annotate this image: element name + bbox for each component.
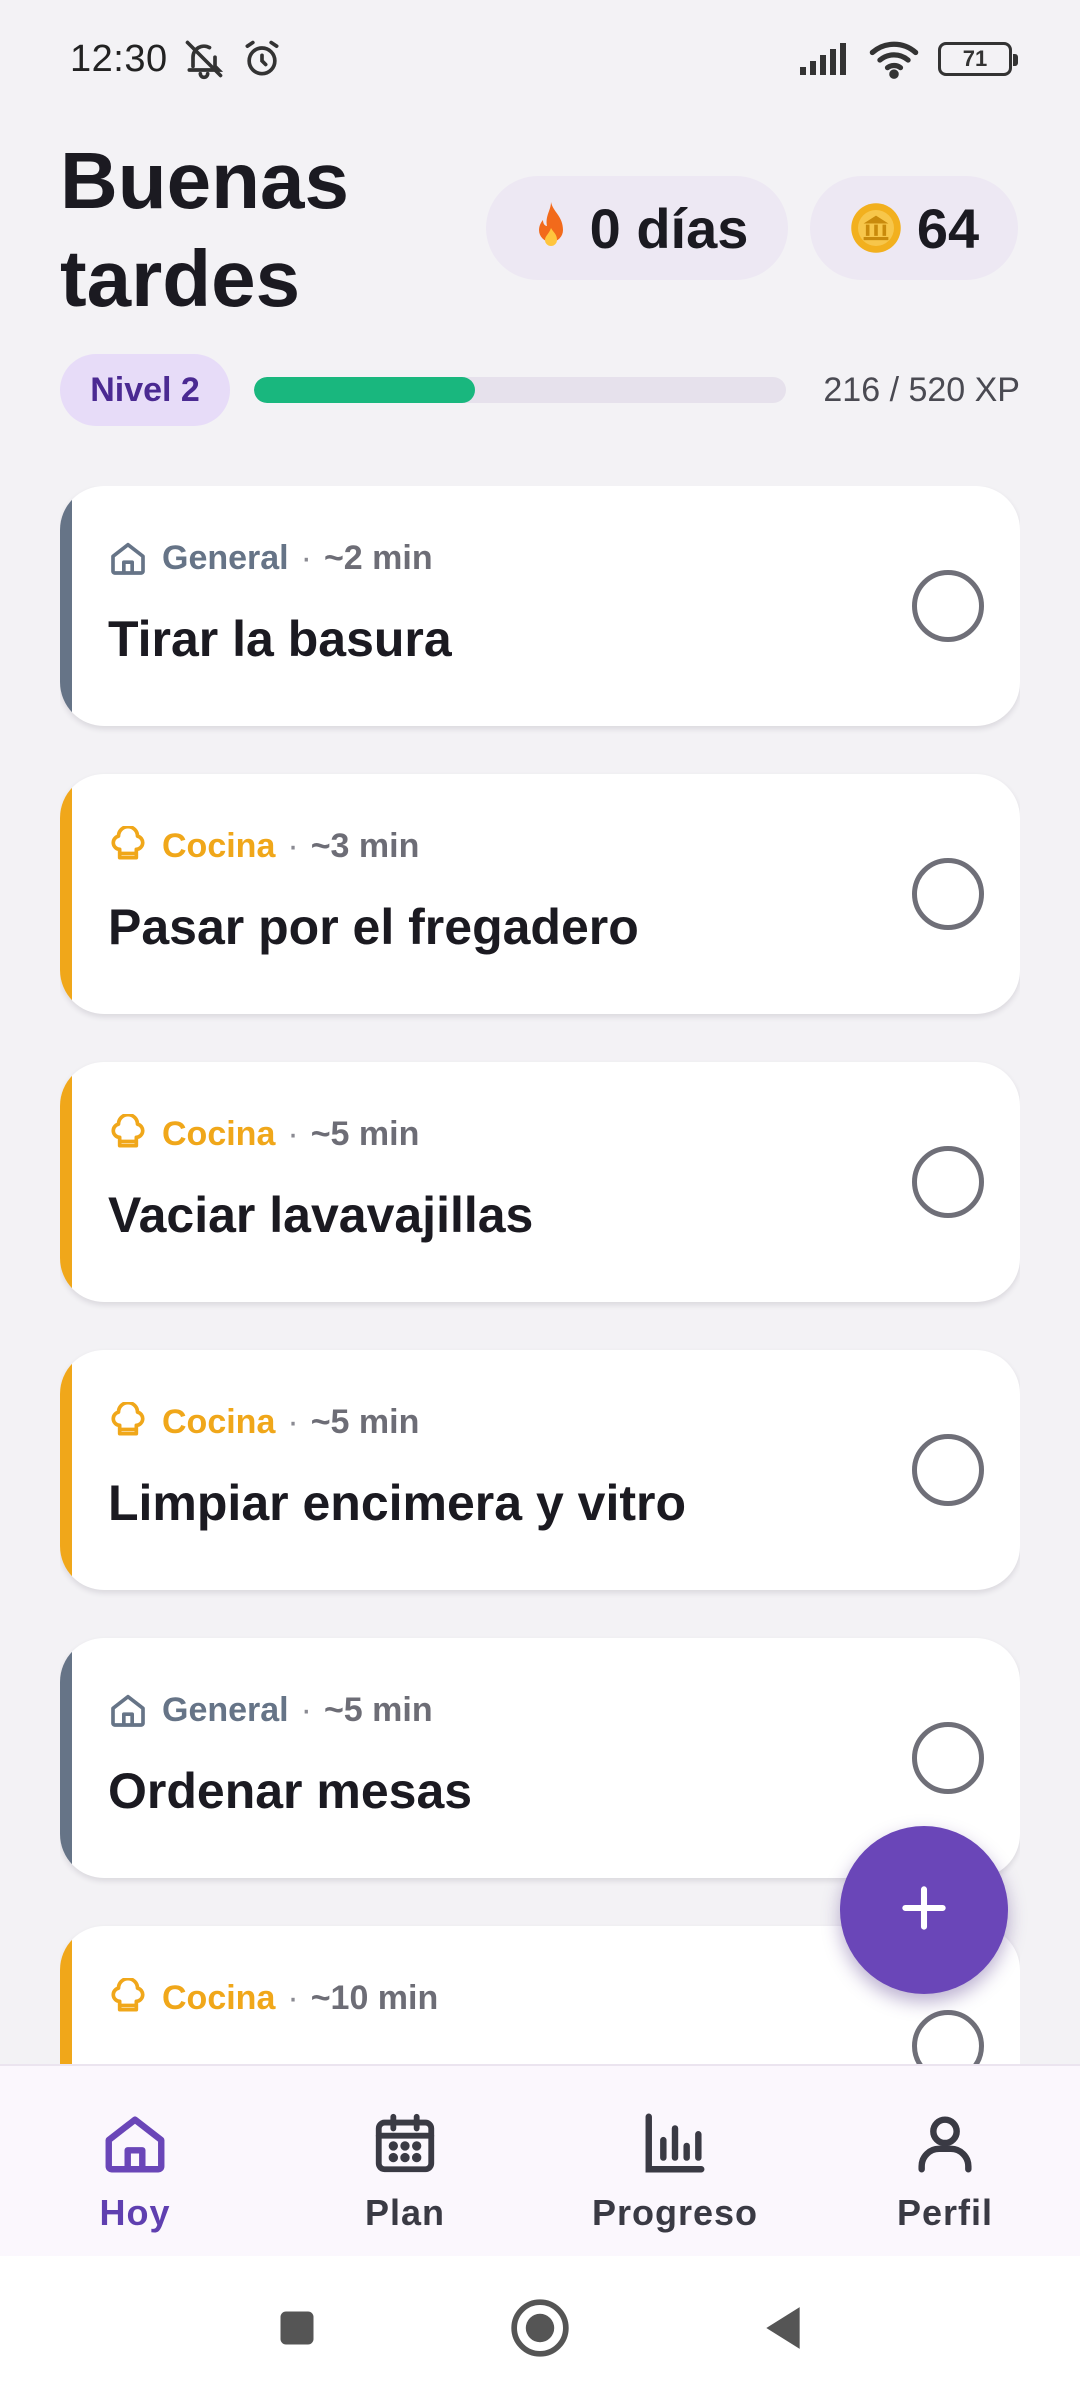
wifi-icon [868,39,920,79]
coin-icon [849,201,903,255]
task-meta: Cocina · ~10 min [108,1978,438,2018]
alarm-icon [240,37,284,81]
task-category-accent [60,774,72,1014]
nav-item-plan[interactable]: Plan [270,2066,540,2256]
plus-icon [896,1880,952,1941]
recents-button[interactable] [275,2306,319,2350]
task-complete-checkbox[interactable] [912,1434,984,1506]
status-bar: 12:30 71 [0,0,1080,118]
level-row: Nivel 2 216 / 520 XP [60,354,1020,426]
task-meta: Cocina · ~5 min [108,1402,419,1442]
home-icon [100,2108,170,2178]
task-category: Cocina [162,826,276,865]
status-time: 12:30 [70,37,168,80]
nav-item-perfil[interactable]: Perfil [810,2066,1080,2256]
task-duration: ~5 min [310,1402,420,1441]
task-complete-checkbox[interactable] [912,570,984,642]
home-icon [108,538,148,578]
task-title: Vaciar lavavajillas [108,1187,534,1243]
nav-item-progreso[interactable]: Progreso [540,2066,810,2256]
task-complete-checkbox[interactable] [912,2010,984,2064]
task-duration: ~10 min [310,1978,439,2017]
calendar-icon [370,2108,440,2178]
xp-text: 216 / 520 XP [823,370,1020,409]
level-badge: Nivel 2 [60,354,230,426]
streak-chip[interactable]: 0 días [486,176,788,280]
back-button[interactable] [761,2303,805,2353]
task-card[interactable]: General · ~2 min Tirar la basura [60,486,1020,726]
task-category-accent [60,1638,72,1878]
chef-hat-icon [108,1978,148,2018]
xp-progress-fill [254,377,475,403]
add-task-button[interactable] [840,1826,1008,1994]
meta-separator: · [287,1114,299,1153]
task-category: Cocina [162,1978,276,2017]
streak-value: 0 días [589,196,749,260]
task-title: Pasar por el fregadero [108,899,639,955]
status-left: 12:30 [70,37,284,81]
task-category: General [162,1690,289,1729]
xp-progress-bar [254,377,786,403]
task-title: Limpiar encimera y vitro [108,1475,687,1531]
nav-label: Plan [364,2192,446,2233]
coins-chip[interactable]: 64 [810,176,1018,280]
chef-hat-icon [108,1114,148,1154]
signal-icon [798,41,850,77]
task-duration: ~5 min [310,1114,420,1153]
chef-hat-icon [108,826,148,866]
task-list[interactable]: General · ~2 min Tirar la basura Cocina … [60,486,1020,2064]
bottom-navigation: Hoy Plan Progreso Perfil [0,2064,1080,2256]
meta-separator: · [287,1402,299,1441]
nav-label: Progreso [591,2192,759,2233]
task-category-accent [60,1926,72,2064]
task-card[interactable]: Cocina · ~5 min Limpiar encimera y vitro [60,1350,1020,1590]
task-complete-checkbox[interactable] [912,1146,984,1218]
nav-label: Hoy [99,2192,171,2233]
task-meta: Cocina · ~5 min [108,1114,419,1154]
task-meta: Cocina · ~3 min [108,826,419,866]
meta-separator: · [287,826,299,865]
meta-separator: · [300,1690,312,1729]
task-title: Ordenar mesas [108,1763,473,1819]
task-complete-checkbox[interactable] [912,858,984,930]
task-complete-checkbox[interactable] [912,1722,984,1794]
home-icon [108,1690,148,1730]
task-category: Cocina [162,1402,276,1441]
fire-icon [526,200,576,256]
status-right: 71 [798,39,1018,79]
task-card[interactable]: Cocina · ~5 min Vaciar lavavajillas [60,1062,1020,1302]
person-icon [910,2108,980,2178]
bar-chart-icon [640,2108,710,2178]
nav-label: Perfil [896,2192,994,2233]
task-title: Tirar la basura [108,611,452,667]
system-navigation [0,2256,1080,2400]
task-card[interactable]: Cocina · ~3 min Pasar por el fregadero [60,774,1020,1014]
task-category: General [162,538,289,577]
task-meta: General · ~2 min [108,538,433,578]
task-duration: ~5 min [323,1690,433,1729]
task-category: Cocina [162,1114,276,1153]
greeting-title: Buenas tardes [60,136,349,323]
task-duration: ~3 min [310,826,420,865]
task-category-accent [60,1350,72,1590]
task-meta: General · ~5 min [108,1690,433,1730]
task-category-accent [60,486,72,726]
chef-hat-icon [108,1402,148,1442]
meta-separator: · [287,1978,299,2017]
home-system-button[interactable] [509,2297,571,2359]
nav-item-hoy[interactable]: Hoy [0,2066,270,2256]
task-duration: ~2 min [323,538,433,577]
coins-value: 64 [916,196,980,260]
bell-off-icon [182,37,226,81]
meta-separator: · [300,538,312,577]
task-category-accent [60,1062,72,1302]
battery-indicator: 71 [938,42,1018,76]
